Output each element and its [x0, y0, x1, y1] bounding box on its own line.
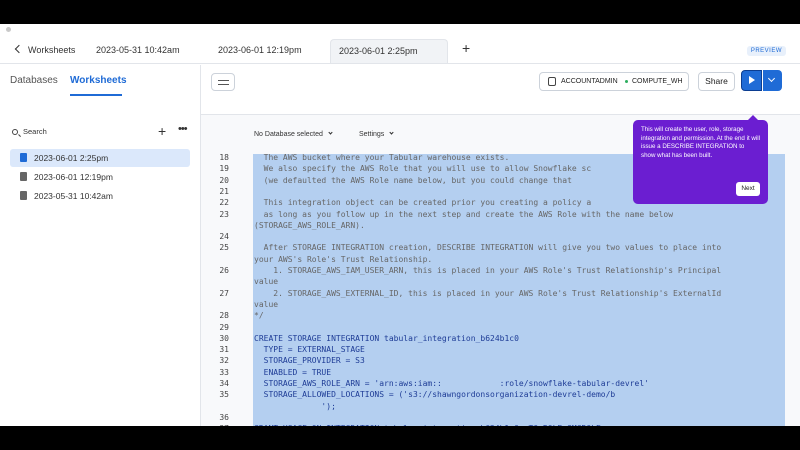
worksheet-label: 2023-06-01 2:25pm	[34, 153, 109, 163]
sidebar-worksheet-item[interactable]: 2023-06-01 2:25pm	[10, 149, 190, 167]
line-number: 33	[219, 367, 229, 377]
worksheet-label: 2023-05-31 10:42am	[34, 191, 113, 201]
tab-label: 2023-05-31 10:42am	[96, 45, 180, 55]
line-text: ');	[254, 401, 336, 411]
settings-selector[interactable]: Settings	[359, 130, 394, 138]
line-number: 27	[219, 288, 229, 298]
settings-label: Settings	[359, 131, 385, 138]
line-number: 30	[219, 333, 229, 343]
line-number: 35	[219, 390, 229, 400]
share-button[interactable]: Share	[698, 72, 735, 91]
tooltip-text: This will create the user, role, storage…	[641, 126, 761, 159]
worksheet-toolbar: ACCOUNTADMIN COMPUTE_WH Share	[201, 65, 800, 115]
more-options-icon[interactable]: •••	[178, 123, 188, 135]
line-number: 18	[219, 153, 229, 162]
line-number: 31	[219, 345, 229, 355]
sidebar-worksheet-item[interactable]: 2023-06-01 12:19pm	[10, 168, 190, 186]
preview-badge: PREVIEW	[746, 46, 786, 56]
line-text: value	[254, 299, 279, 309]
tab-label: 2023-06-01 2:25pm	[339, 46, 418, 56]
chevron-left-icon	[14, 44, 24, 54]
document-icon	[20, 153, 27, 162]
line-number: 28	[219, 311, 229, 321]
line-text: GRANT USAGE ON INTEGRATION tabular_integ…	[254, 423, 606, 426]
line-number: 32	[219, 356, 229, 366]
line-text: your AWS's Role's Trust Relationship.	[254, 254, 433, 264]
line-text: value	[254, 277, 279, 287]
line-text: 1. STORAGE_AWS_IAM_USER_ARN, this is pla…	[254, 266, 722, 275]
role-icon	[548, 77, 556, 86]
line-text: as long as you follow up in the next ste…	[254, 209, 674, 219]
line-text: (we defaulted the AWS Role name below, b…	[254, 175, 572, 185]
role-warehouse-selector[interactable]: ACCOUNTADMIN COMPUTE_WH	[539, 72, 689, 91]
tooltip-next-button[interactable]: Next	[736, 182, 760, 196]
document-icon	[20, 191, 27, 200]
warehouse-label: COMPUTE_WH	[632, 78, 683, 85]
line-number: 21	[219, 186, 229, 196]
line-number: 29	[219, 322, 229, 332]
back-to-worksheets-tab[interactable]: Worksheets	[8, 39, 88, 63]
line-number: 24	[219, 232, 229, 242]
line-text: (STORAGE_AWS_ROLE_ARN).	[254, 220, 365, 230]
line-text: STORAGE_ALLOWED_LOCATIONS = ('s3://shawn…	[254, 390, 616, 400]
line-text: TYPE = EXTERNAL_STAGE	[254, 345, 365, 355]
document-icon	[20, 172, 27, 181]
onboarding-tooltip: This will create the user, role, storage…	[633, 115, 768, 204]
search-icon[interactable]	[12, 129, 18, 135]
line-number: 37	[215, 423, 229, 426]
tab-label: 2023-06-01 12:19pm	[218, 45, 302, 55]
line-number: 34	[219, 379, 229, 388]
back-tab-label: Worksheets	[28, 45, 76, 55]
line-text: The AWS bucket where your Tabular wareho…	[254, 153, 510, 162]
app-window: Worksheets 2023-05-31 10:42am 2023-06-01…	[0, 24, 800, 426]
line-number: 23	[219, 209, 229, 219]
line-text: 2. STORAGE_AWS_EXTERNAL_ID, this is plac…	[254, 288, 722, 298]
worksheet-label: 2023-06-01 12:19pm	[34, 172, 113, 182]
line-text: This integration object can be created p…	[254, 198, 592, 208]
tab-worksheet-0601-225[interactable]: 2023-06-01 2:25pm	[330, 39, 448, 63]
worksheet-tab-strip: Worksheets 2023-05-31 10:42am 2023-06-01…	[0, 36, 800, 64]
sidebar-tab-databases[interactable]: Databases	[10, 75, 58, 86]
sliders-icon	[218, 80, 229, 81]
line-text: STORAGE_AWS_ROLE_ARN = 'arn:aws:iam:: :r…	[254, 379, 649, 388]
line-number: 26	[219, 266, 229, 275]
search-input[interactable]: Search	[23, 127, 47, 136]
chevron-down-icon	[328, 130, 333, 135]
warehouse-status-dot	[625, 80, 628, 83]
tab-worksheet-0601-1219[interactable]: 2023-06-01 12:19pm	[210, 39, 330, 63]
sidebar-tab-worksheets[interactable]: Worksheets	[70, 75, 127, 86]
line-number: 19	[219, 164, 229, 174]
line-text: After STORAGE INTEGRATION creation, DESC…	[254, 243, 722, 253]
line-text: ENABLED = TRUE	[254, 367, 332, 377]
line-text: STORAGE_PROVIDER = S3	[254, 356, 365, 366]
sidebar-worksheet-item[interactable]: 2023-05-31 10:42am	[10, 187, 190, 205]
line-text: We also specify the AWS Role that you wi…	[254, 164, 592, 174]
sidebar: Databases Worksheets Search + ••• 2023-0…	[0, 65, 201, 426]
database-label: No Database selected	[254, 131, 323, 138]
run-button[interactable]	[741, 70, 762, 91]
filter-sliders-button[interactable]	[211, 73, 235, 91]
sliders-icon	[218, 84, 229, 85]
chevron-down-icon	[389, 130, 394, 135]
active-tab-underline	[70, 94, 122, 96]
role-label: ACCOUNTADMIN	[561, 78, 618, 85]
line-number: 25	[219, 243, 229, 253]
line-number: 36	[219, 412, 229, 422]
window-dot	[6, 27, 11, 32]
add-tab-button[interactable]: +	[462, 40, 470, 56]
database-selector[interactable]: No Database selected	[254, 130, 333, 138]
line-text: CREATE STORAGE INTEGRATION tabular_integ…	[254, 333, 519, 343]
tab-worksheet-0531[interactable]: 2023-05-31 10:42am	[88, 39, 208, 63]
line-text: */	[254, 311, 264, 321]
line-number: 22	[219, 198, 229, 208]
add-worksheet-button[interactable]: +	[158, 123, 166, 139]
line-number: 20	[219, 175, 229, 185]
run-options-chevron-icon[interactable]	[763, 70, 782, 91]
search-row: Search + •••	[10, 123, 190, 141]
